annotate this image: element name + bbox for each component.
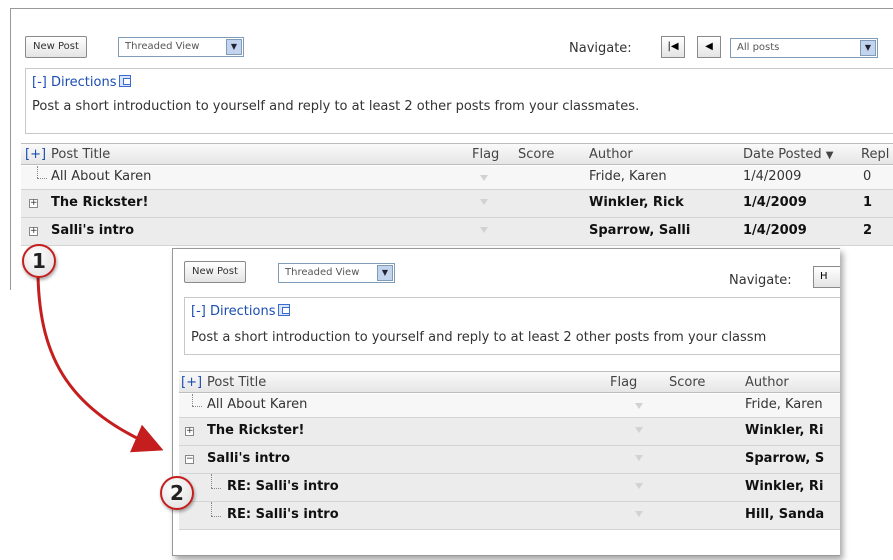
post-title[interactable]: All About Karen <box>51 169 151 184</box>
post-date: 1/4/2009 <box>743 169 802 184</box>
expand-all-button[interactable]: [+] <box>25 147 46 162</box>
previous-icon: ◀ <box>705 41 713 52</box>
directions-toggle[interactable]: [-] Directions <box>32 75 132 90</box>
callout-1: 1 <box>22 244 56 278</box>
new-post-button[interactable]: New Post <box>184 261 246 283</box>
chevron-down-icon: ▼ <box>377 265 393 281</box>
popout-icon[interactable] <box>119 75 132 87</box>
sort-descending-icon: ▼ <box>825 150 834 161</box>
post-replies: 1 <box>863 195 873 210</box>
expand-all-button[interactable]: [+] <box>181 375 202 390</box>
new-post-button[interactable]: New Post <box>25 36 87 58</box>
table-row[interactable]: All About Karen Fride, Karen <box>179 394 840 418</box>
post-author: Winkler, Ri <box>745 479 824 494</box>
flag-icon[interactable] <box>635 455 643 461</box>
post-date: 1/4/2009 <box>743 195 807 210</box>
column-flag[interactable]: Flag <box>610 375 637 390</box>
directions-box: [-] Directions Post a short introduction… <box>184 297 840 355</box>
column-post-title[interactable]: Post Title <box>51 147 110 162</box>
first-page-button[interactable]: |◀ <box>661 36 685 58</box>
reply-title[interactable]: RE: Salli's intro <box>227 507 339 522</box>
post-title[interactable]: Salli's intro <box>51 223 134 238</box>
post-title[interactable]: Salli's intro <box>207 451 290 466</box>
table-row[interactable]: All About Karen Fride, Karen 1/4/2009 0 <box>21 166 893 190</box>
view-mode-select[interactable]: Threaded View ▼ <box>278 263 395 283</box>
table-row[interactable]: + Salli's intro Sparrow, Salli 1/4/2009 … <box>21 218 893 246</box>
flag-icon[interactable] <box>635 403 643 409</box>
table-row[interactable]: RE: Salli's intro Hill, Sanda <box>179 502 840 530</box>
table-row[interactable]: RE: Salli's intro Winkler, Ri <box>179 474 840 502</box>
post-date: 1/4/2009 <box>743 223 807 238</box>
view-mode-select[interactable]: Threaded View ▼ <box>118 37 244 57</box>
post-author: Fride, Karen <box>589 169 667 184</box>
popout-icon[interactable] <box>278 304 291 316</box>
navigate-label: Navigate: <box>569 41 632 56</box>
navigate-label: Navigate: <box>729 273 792 288</box>
flag-icon[interactable] <box>480 227 488 233</box>
post-author: Fride, Karen <box>745 397 823 412</box>
post-author: Hill, Sanda <box>745 507 825 522</box>
post-title[interactable]: The Rickster! <box>207 423 304 438</box>
chevron-down-icon: ▼ <box>860 40 876 56</box>
flag-icon[interactable] <box>635 511 643 517</box>
column-author[interactable]: Author <box>745 375 789 390</box>
flag-icon[interactable] <box>480 175 488 181</box>
chevron-down-icon: ▼ <box>226 39 242 55</box>
directions-toggle[interactable]: [-] Directions <box>191 304 291 319</box>
post-author: Winkler, Rick <box>589 195 684 210</box>
post-author: Sparrow, S <box>745 451 825 466</box>
post-filter-select[interactable]: All posts ▼ <box>730 38 878 58</box>
column-flag[interactable]: Flag <box>472 147 499 162</box>
post-title[interactable]: All About Karen <box>207 397 307 412</box>
callout-2: 2 <box>160 476 194 510</box>
post-title[interactable]: The Rickster! <box>51 195 148 210</box>
post-replies: 2 <box>863 223 873 238</box>
directions-text: Post a short introduction to yourself an… <box>191 330 767 345</box>
grid-header: [+] Post Title Flag Score Author Date Po… <box>21 143 893 165</box>
discussion-board-expanded: New Post Threaded View ▼ Navigate: H [-]… <box>172 248 840 556</box>
column-author[interactable]: Author <box>589 147 633 162</box>
flag-icon[interactable] <box>635 427 643 433</box>
column-replies[interactable]: Repl <box>861 147 889 162</box>
post-author: Winkler, Ri <box>745 423 824 438</box>
expand-plus-icon[interactable]: + <box>185 427 194 436</box>
directions-text: Post a short introduction to yourself an… <box>32 99 640 114</box>
table-row[interactable]: + The Rickster! Winkler, Ri <box>179 418 840 446</box>
directions-box: [-] Directions Post a short introduction… <box>25 68 893 134</box>
column-score[interactable]: Score <box>518 147 554 162</box>
post-author: Sparrow, Salli <box>589 223 691 238</box>
table-row[interactable]: − Salli's intro Sparrow, S <box>179 446 840 474</box>
flag-icon[interactable] <box>635 483 643 489</box>
column-post-title[interactable]: Post Title <box>207 375 266 390</box>
post-replies: 0 <box>863 169 872 184</box>
grid-header: [+] Post Title Flag Score Author <box>179 371 840 393</box>
first-page-icon: |◀ <box>667 41 679 52</box>
collapse-minus-icon[interactable]: − <box>185 455 194 464</box>
column-date-posted[interactable]: Date Posted ▼ <box>743 147 834 162</box>
previous-button[interactable]: ◀ <box>697 36 721 58</box>
expand-plus-icon[interactable]: + <box>29 227 38 236</box>
expand-plus-icon[interactable]: + <box>29 199 38 208</box>
flag-icon[interactable] <box>480 199 488 205</box>
column-score[interactable]: Score <box>669 375 705 390</box>
reply-title[interactable]: RE: Salli's intro <box>227 479 339 494</box>
first-page-button[interactable]: H <box>813 266 840 288</box>
table-row[interactable]: + The Rickster! Winkler, Rick 1/4/2009 1 <box>21 190 893 218</box>
